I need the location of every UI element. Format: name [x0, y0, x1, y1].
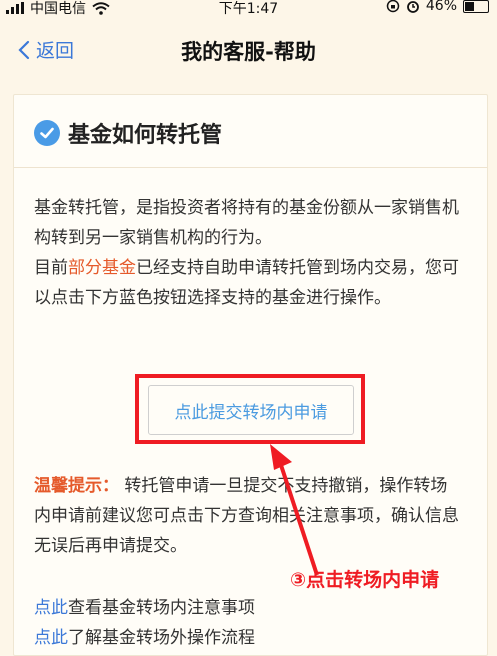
nav-bar: 返回 我的客服-帮助 [0, 18, 497, 80]
help-article-card: 基金如何转托管 基金转托管，是指投资者将持有的基金份额从一家销售机构转到另一家销… [13, 94, 488, 656]
battery-percent: 46% [425, 0, 457, 14]
annotation-label: ③点击转场内申请 [290, 569, 440, 591]
link2-text: 了解基金转场外操作流程 [68, 628, 255, 648]
paragraph-definition: 基金转托管，是指投资者将持有的基金份额从一家销售机构转到另一家销售机构的行为。 [34, 198, 459, 248]
status-bar: 中国电信 下午1:47 46% [0, 0, 497, 18]
link1-text: 查看基金转场内注意事项 [68, 598, 255, 618]
divider [14, 167, 487, 168]
annotation-arrow-icon [270, 444, 319, 576]
check-circle-icon [34, 120, 60, 146]
tip-label: 温馨提示： [34, 476, 119, 496]
page-title: 我的客服-帮助 [181, 40, 316, 64]
link-click-here-2[interactable]: 点此 [34, 628, 68, 648]
para2-prefix: 目前 [34, 258, 68, 278]
warm-tip: 温馨提示： 转托管申请一旦提交不支持撤销，操作转场内申请前建议您可点击下方查询相… [34, 471, 464, 561]
highlight-partial-funds: 部分基金 [68, 258, 136, 278]
article-heading: 基金如何转托管 [34, 117, 222, 149]
rotation-lock-icon [386, 0, 400, 13]
submit-transfer-in-button[interactable]: 点此提交转场内申请 [148, 385, 354, 435]
article-title: 基金如何转托管 [68, 123, 223, 148]
link-click-here-1[interactable]: 点此 [34, 598, 68, 618]
paragraph-support: 目前部分基金已经支持自助申请转托管到场内交易，您可以点击下方蓝色按钮选择支持的基… [34, 253, 464, 313]
status-right: 46% [386, 0, 489, 14]
link-transfer-in-notes: 点此查看基金转场内注意事项 [34, 593, 255, 623]
alarm-icon [406, 1, 419, 13]
battery-icon [463, 0, 489, 13]
